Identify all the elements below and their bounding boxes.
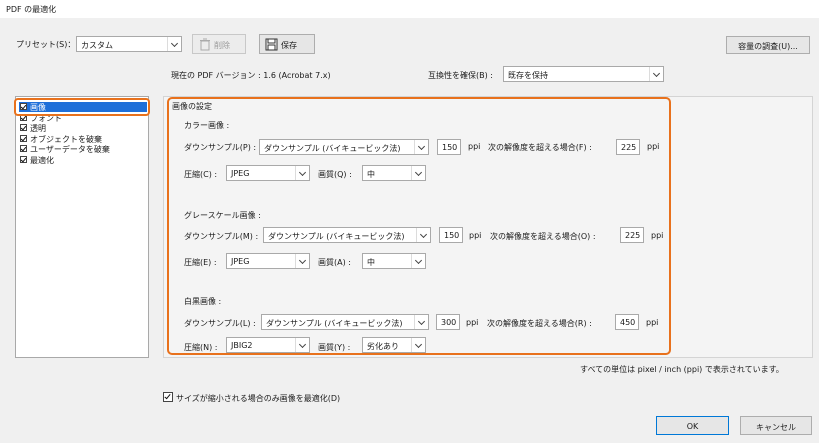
checkbox[interactable] xyxy=(20,135,27,142)
save-button[interactable]: 保存 xyxy=(259,34,315,54)
delete-button[interactable]: 削除 xyxy=(192,34,246,54)
window-title: PDF の最適化 xyxy=(6,5,57,14)
preset-select[interactable]: カスタム xyxy=(76,36,182,52)
optimize-checkbox[interactable] xyxy=(163,392,173,402)
pdf-version-text: 現在の PDF バージョン : 1.6 (Acrobat 7.x) xyxy=(171,71,331,80)
save-label: 保存 xyxy=(281,41,297,50)
highlight-box-sidebar xyxy=(14,98,150,116)
compat-value: 既存を保持 xyxy=(508,71,548,80)
sidebar-item-label: 最適化 xyxy=(30,156,54,165)
sidebar-item-optimize[interactable]: 最適化 xyxy=(19,155,147,165)
checkbox[interactable] xyxy=(20,124,27,131)
highlight-box-image-settings xyxy=(167,97,671,355)
compat-label: 互換性を確保(B) : xyxy=(428,71,493,80)
chevron-down-icon xyxy=(167,37,181,51)
delete-label: 削除 xyxy=(214,41,230,50)
compat-select[interactable]: 既存を保持 xyxy=(503,66,664,82)
save-icon xyxy=(265,38,278,51)
sidebar-item-discard-objects[interactable]: オブジェクトを破棄 xyxy=(19,134,147,144)
checkbox[interactable] xyxy=(20,156,27,163)
checkbox[interactable] xyxy=(20,145,27,152)
sidebar-item-transparency[interactable]: 透明 xyxy=(19,123,147,133)
audit-space-button[interactable]: 容量の調査(U)... xyxy=(726,36,810,54)
chevron-down-icon xyxy=(649,67,663,81)
check-icon xyxy=(164,392,171,400)
sidebar-item-label: 透明 xyxy=(30,124,46,133)
trash-icon xyxy=(200,38,210,51)
preset-value: カスタム xyxy=(81,41,113,50)
ok-button[interactable]: OK xyxy=(656,416,729,435)
units-note: すべての単位は pixel / inch (ppi) で表示されています。 xyxy=(580,365,784,374)
title-bar: PDF の最適化 xyxy=(0,0,819,18)
sidebar-item-discard-user-data[interactable]: ユーザーデータを破棄 xyxy=(19,144,147,154)
optimize-label: サイズが縮小される場合のみ画像を最適化(D) xyxy=(176,394,341,403)
category-list: 画像 フォント 透明 オブジェクトを破棄 ユーザーデータを破棄 最適化 xyxy=(15,96,149,358)
sidebar-item-label: ユーザーデータを破棄 xyxy=(30,145,110,154)
preset-label: プリセット(S)： xyxy=(16,40,76,49)
cancel-button[interactable]: キャンセル xyxy=(740,416,812,435)
